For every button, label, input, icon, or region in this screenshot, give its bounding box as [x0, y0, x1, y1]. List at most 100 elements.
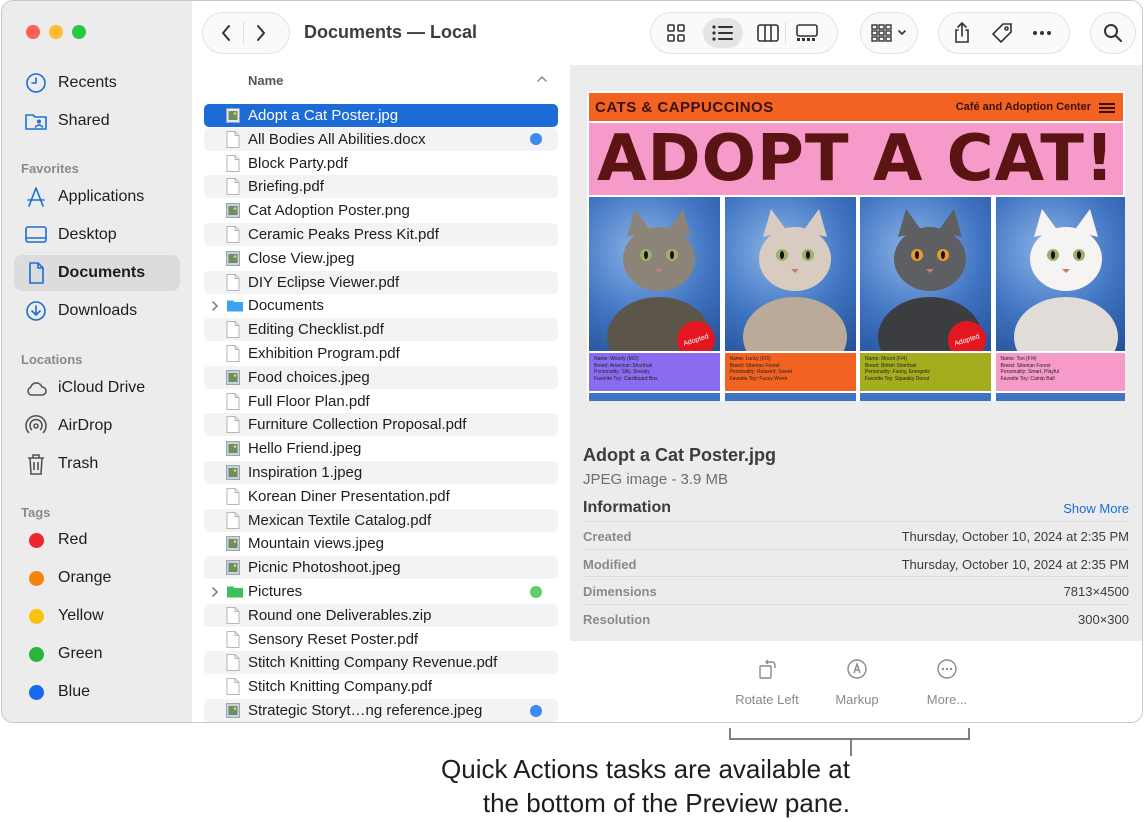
file-row[interactable]: Adopt a Cat Poster.jpg [204, 104, 558, 127]
file-row[interactable]: Mexican Textile Catalog.pdf [204, 508, 558, 532]
cat-toy: Favorite Toy: Catnip Ball [1000, 375, 1055, 382]
file-row[interactable]: Editing Checklist.pdf [204, 318, 558, 342]
file-row[interactable]: Stitch Knitting Company Revenue.pdf [204, 651, 558, 675]
navigation-group [202, 12, 290, 54]
document-file-icon [226, 273, 240, 291]
file-name: Block Party.pdf [248, 154, 348, 172]
file-row[interactable]: Full Floor Plan.pdf [204, 390, 558, 413]
markup-button[interactable]: Markup [812, 657, 902, 707]
file-row[interactable]: Mountain views.jpeg [204, 532, 558, 555]
folder-row[interactable]: Documents [204, 294, 558, 317]
file-row[interactable]: Food choices.jpeg [204, 365, 558, 389]
sidebar: Recents Shared Applications Desktop Document… [2, 1, 192, 722]
list-icon [712, 25, 733, 41]
sidebar-item-airdrop[interactable]: AirDrop [14, 408, 180, 444]
window-title: Documents — Local [304, 22, 478, 42]
search-button[interactable] [1090, 12, 1136, 54]
sidebar-item-label: Blue [58, 683, 91, 700]
document-file-icon [226, 154, 240, 172]
tag-color-icon [24, 642, 48, 666]
image-file-icon [226, 703, 240, 718]
group-grid-icon [871, 24, 892, 42]
back-button[interactable] [209, 18, 243, 48]
more-quick-actions-button[interactable]: More... [902, 657, 992, 707]
cat-toy: Favorite Toy: Fuzzy Worm [729, 375, 788, 382]
share-icon [955, 22, 969, 43]
quick-actions-bar: Rotate Left Markup More... [570, 641, 1142, 722]
rotate-left-label: Rotate Left [735, 692, 799, 707]
info-key: Resolution [583, 611, 651, 627]
more-actions-button[interactable] [1025, 18, 1059, 48]
sidebar-item-orange[interactable]: Orange [14, 560, 180, 596]
zoom-window-button[interactable] [72, 25, 86, 39]
sidebar-item-downloads[interactable]: Downloads [14, 293, 180, 329]
list-view-button[interactable] [703, 18, 743, 48]
folder-row[interactable]: Pictures [204, 580, 558, 603]
file-row[interactable]: Inspiration 1.jpeg [204, 461, 558, 484]
file-row[interactable]: Close View.jpeg [204, 247, 558, 270]
file-row[interactable]: Furniture Collection Proposal.pdf [204, 413, 558, 437]
file-name: Exhibition Program.pdf [248, 345, 400, 362]
rotate-left-button[interactable]: Rotate Left [722, 657, 812, 707]
sidebar-item-desktop[interactable]: Desktop [14, 217, 180, 253]
close-window-button[interactable] [26, 25, 40, 39]
file-row[interactable]: Ceramic Peaks Press Kit.pdf [204, 223, 558, 246]
sidebar-item-applications[interactable]: Applications [14, 179, 180, 215]
file-row[interactable]: All Bodies All Abilities.docx [204, 127, 558, 151]
forward-button[interactable] [244, 18, 278, 48]
sidebar-item-label: Orange [58, 569, 112, 586]
sidebar-item-recents[interactable]: Recents [14, 65, 180, 101]
document-file-icon [226, 678, 240, 696]
document-file-icon [226, 487, 240, 505]
file-row[interactable]: Hello Friend.jpeg [204, 437, 558, 460]
sort-chevron-up-icon[interactable] [536, 75, 548, 83]
show-more-link[interactable]: Show More [1063, 501, 1129, 516]
tag-button[interactable] [985, 18, 1019, 48]
file-row[interactable]: Exhibition Program.pdf [204, 342, 558, 365]
cloud-icon-wrapper [24, 376, 48, 400]
file-name: Strategic Storyt…ng reference.jpeg [248, 702, 483, 719]
sidebar-item-icloud-drive[interactable]: iCloud Drive [14, 370, 180, 406]
sidebar-item-red[interactable]: Red [14, 522, 180, 558]
file-row[interactable]: DIY Eclipse Viewer.pdf [204, 270, 558, 294]
name-column-header[interactable]: Name [248, 73, 283, 88]
sidebar-item-blue[interactable]: Blue [14, 674, 180, 710]
share-button[interactable] [945, 18, 979, 48]
file-row[interactable]: Picnic Photoshoot.jpeg [204, 556, 558, 580]
document-file-icon [226, 630, 240, 648]
file-row[interactable]: Stitch Knitting Company.pdf [204, 675, 558, 698]
poster-brand-band: CATS & CAPPUCCINOS Café and Adoption Cen… [589, 93, 1123, 121]
file-row[interactable]: Round one Deliverables.zip [204, 603, 558, 627]
disclosure-chevron-icon[interactable] [210, 586, 220, 597]
file-row[interactable]: Block Party.pdf [204, 152, 558, 175]
sidebar-item-yellow[interactable]: Yellow [14, 598, 180, 634]
file-row[interactable]: Briefing.pdf [204, 175, 558, 199]
sidebar-item-documents[interactable]: Documents [14, 255, 180, 291]
file-row[interactable]: Cat Adoption Poster.png [204, 199, 558, 222]
sidebar-item-label: Shared [58, 112, 110, 129]
sidebar-item-shared[interactable]: Shared [14, 103, 180, 139]
gallery-view-button[interactable] [790, 18, 824, 48]
document-file-icon [226, 178, 240, 196]
file-row[interactable]: Korean Diner Presentation.pdf [204, 485, 558, 508]
trash-icon-wrapper [24, 452, 48, 476]
column-view-button[interactable] [751, 18, 785, 48]
icon-view-button[interactable] [659, 18, 693, 48]
group-by-menu[interactable] [860, 12, 918, 54]
file-row[interactable]: Sensory Reset Poster.pdf [204, 628, 558, 651]
cat-photo [724, 197, 856, 351]
info-row-created: Created Thursday, October 10, 2024 at 2:3… [583, 521, 1129, 548]
minimize-window-button[interactable] [49, 25, 63, 39]
sidebar-item-trash[interactable]: Trash [14, 446, 180, 482]
disclosure-chevron-icon[interactable] [210, 301, 220, 311]
info-row-modified: Modified Thursday, October 10, 2024 at 2:… [583, 548, 1129, 576]
download-icon-wrapper [24, 299, 48, 323]
toolbar: Documents — Local [192, 1, 1142, 65]
cloud-icon [27, 382, 47, 396]
clock-icon-wrapper [24, 71, 48, 95]
airdrop-icon-wrapper [24, 414, 48, 438]
file-row[interactable]: Strategic Storyt…ng reference.jpeg [204, 699, 558, 722]
sidebar-section-favorites: Favorites [21, 161, 79, 176]
sidebar-item-label: Green [58, 645, 103, 662]
sidebar-item-green[interactable]: Green [14, 636, 180, 672]
